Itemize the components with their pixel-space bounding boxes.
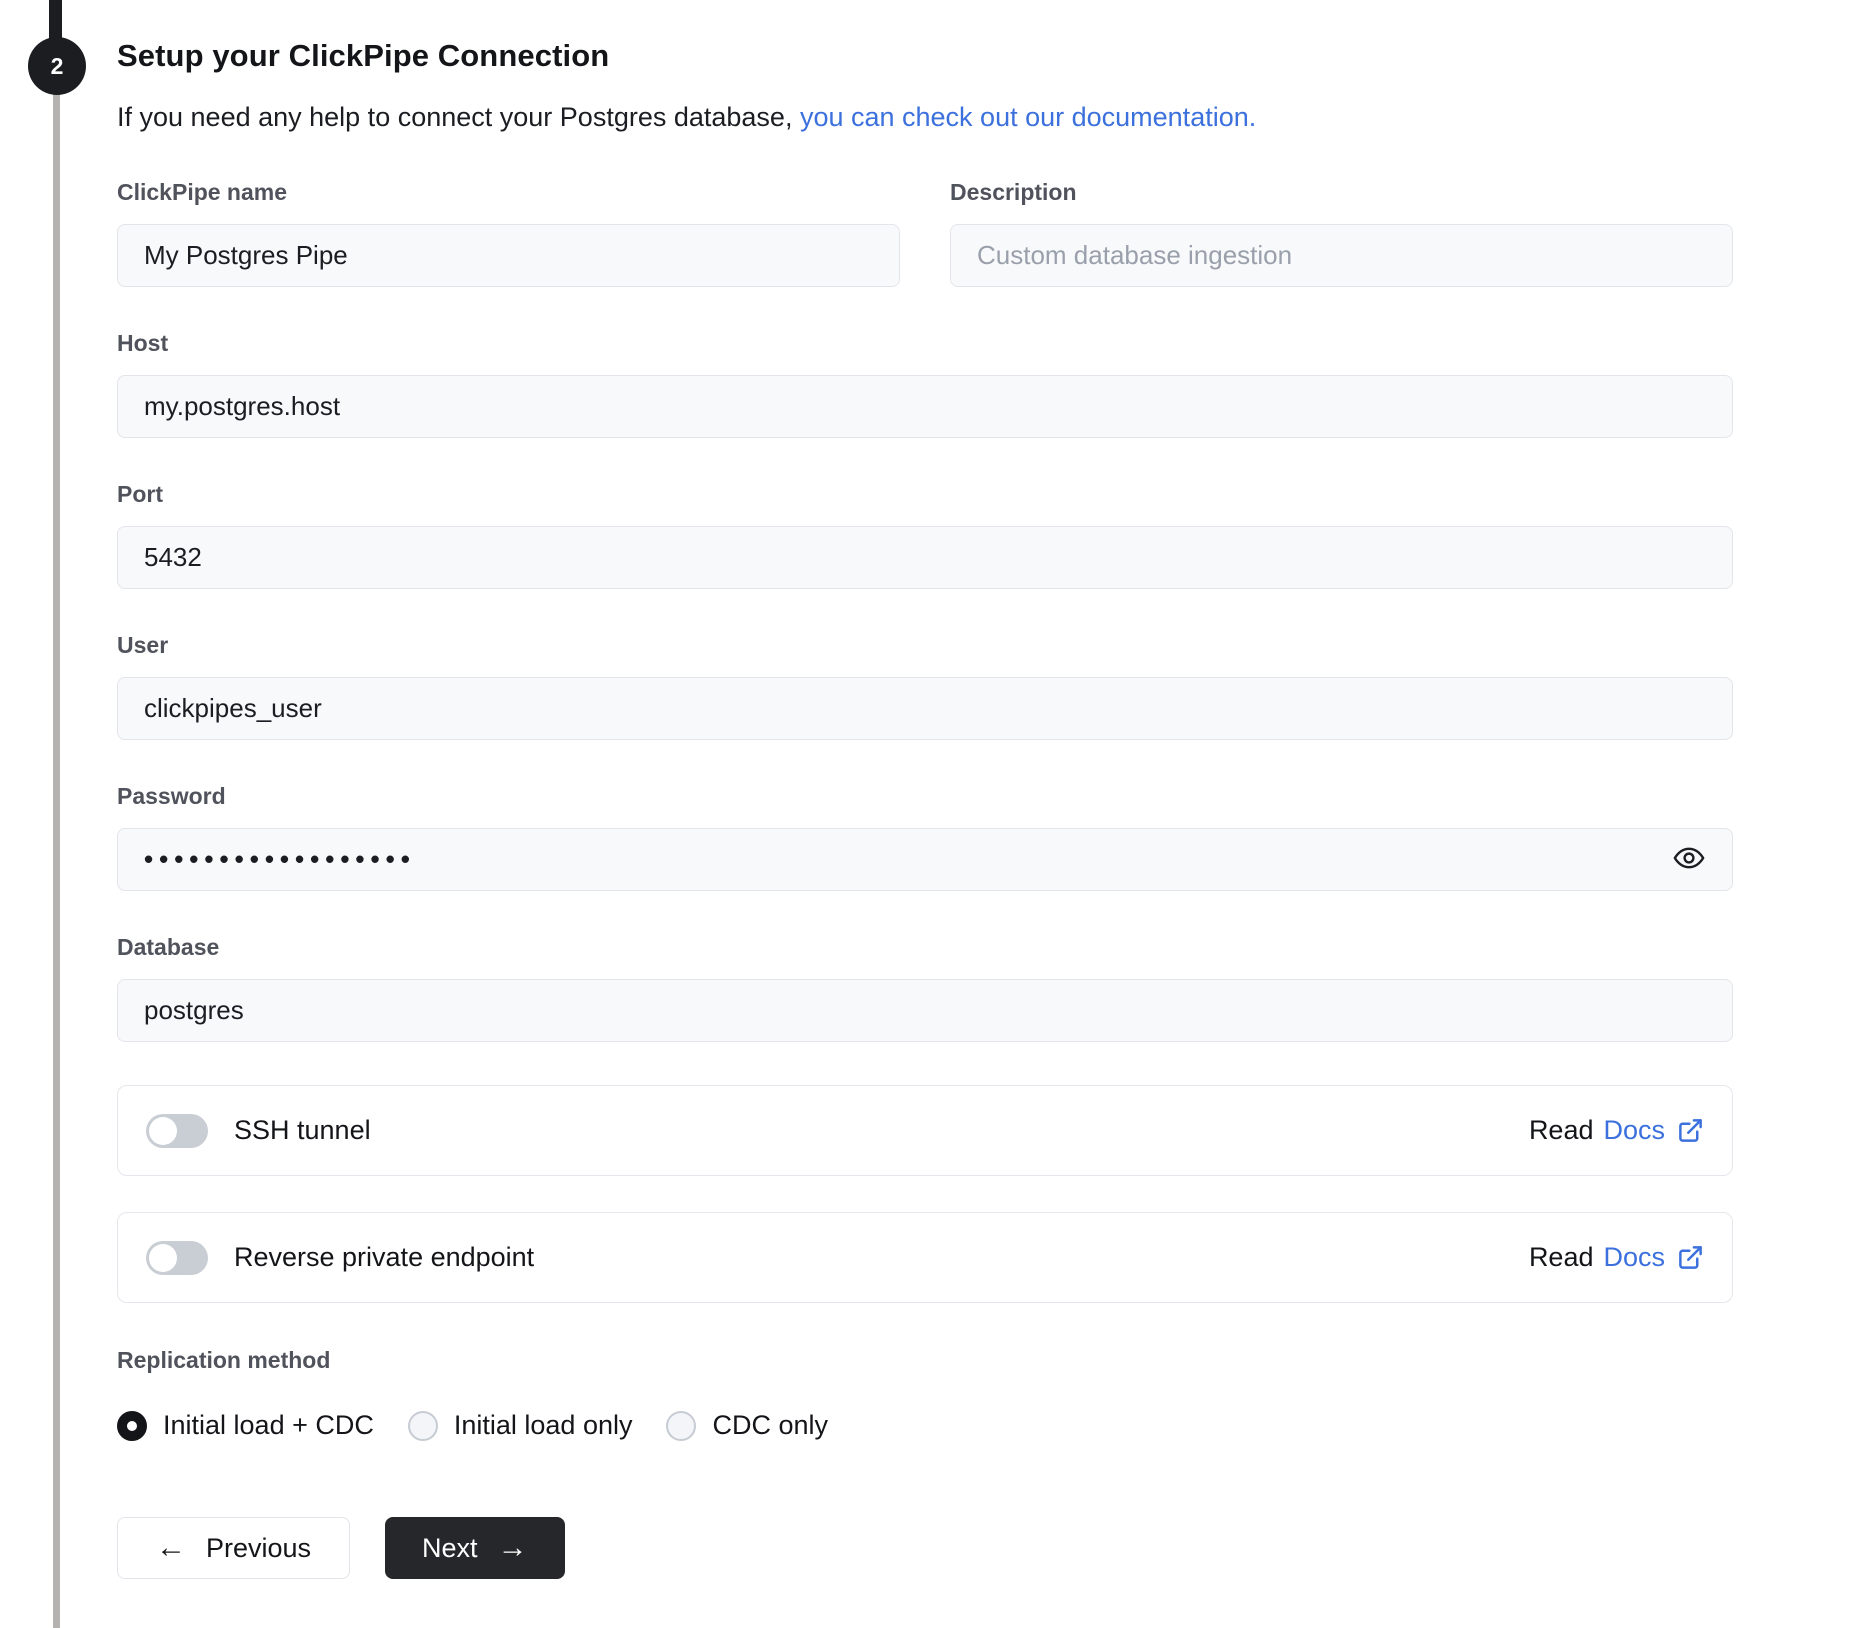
subtitle-text: If you need any help to connect your Pos… — [117, 102, 800, 132]
toggle-knob — [149, 1116, 177, 1145]
documentation-link[interactable]: you can check out our documentation. — [800, 102, 1256, 132]
ssh-tunnel-toggle[interactable] — [146, 1113, 208, 1148]
setup-connection-panel: Setup your ClickPipe Connection If you n… — [117, 38, 1733, 1579]
timeline-segment-top — [49, 0, 62, 40]
subtitle: If you need any help to connect your Pos… — [117, 102, 1733, 133]
read-text: Read — [1528, 1115, 1594, 1145]
step-indicator: 2 — [28, 37, 86, 95]
next-button-label: Next — [422, 1532, 478, 1563]
docs-link[interactable]: Docs — [1603, 1115, 1665, 1146]
previous-button[interactable]: ← Previous — [117, 1517, 351, 1579]
user-input[interactable] — [117, 677, 1733, 740]
ssh-tunnel-docs: Read Docs — [1529, 1115, 1704, 1146]
radio-initial-load-cdc[interactable]: Initial load + CDC — [117, 1410, 374, 1441]
user-label: User — [117, 632, 169, 658]
radio-label: Initial load only — [453, 1410, 633, 1440]
form-actions: ← Previous Next → — [117, 1517, 1733, 1579]
host-label: Host — [117, 330, 169, 356]
database-field: Database — [117, 934, 1733, 1042]
reverse-private-endpoint-label: Reverse private endpoint — [234, 1242, 535, 1272]
replication-method-options: Initial load + CDC Initial load only CDC… — [117, 1410, 1733, 1441]
read-text: Read — [1528, 1242, 1594, 1272]
toggle-knob — [149, 1243, 177, 1272]
password-visibility-toggle[interactable] — [1669, 840, 1709, 880]
timeline-segment — [53, 92, 60, 1628]
port-label: Port — [117, 481, 163, 507]
reverse-private-endpoint-docs: Read Docs — [1529, 1242, 1704, 1273]
password-input[interactable] — [117, 828, 1733, 891]
radio-icon — [666, 1410, 697, 1441]
step-number: 2 — [50, 52, 64, 79]
password-label: Password — [117, 783, 226, 809]
password-field: Password — [117, 783, 1733, 891]
replication-method-label: Replication method — [117, 1347, 331, 1373]
arrow-left-icon: ← — [156, 1531, 186, 1564]
docs-link[interactable]: Docs — [1603, 1242, 1665, 1273]
database-label: Database — [117, 934, 220, 960]
host-input[interactable] — [117, 375, 1733, 438]
page-title: Setup your ClickPipe Connection — [117, 38, 610, 73]
radio-icon — [407, 1410, 438, 1441]
eye-icon — [1672, 841, 1706, 878]
host-field: Host — [117, 330, 1733, 438]
reverse-private-endpoint-row: Reverse private endpoint Read Docs — [117, 1212, 1733, 1303]
clickpipe-name-label: ClickPipe name — [117, 179, 288, 205]
external-link-icon[interactable] — [1675, 1244, 1704, 1271]
clickpipe-name-input[interactable] — [117, 224, 900, 287]
radio-cdc-only[interactable]: CDC only — [666, 1410, 828, 1441]
name-description-row: ClickPipe name Description — [117, 179, 1733, 330]
previous-button-label: Previous — [206, 1532, 312, 1563]
radio-label: Initial load + CDC — [163, 1410, 374, 1440]
user-field: User — [117, 632, 1733, 740]
radio-icon — [117, 1410, 147, 1441]
radio-label: CDC only — [712, 1410, 829, 1440]
radio-initial-load-only[interactable]: Initial load only — [407, 1410, 633, 1441]
description-input[interactable] — [950, 224, 1733, 287]
port-input[interactable] — [117, 526, 1733, 589]
port-field: Port — [117, 481, 1733, 589]
description-field: Description — [950, 179, 1733, 287]
external-link-icon[interactable] — [1675, 1117, 1704, 1144]
arrow-right-icon: → — [497, 1531, 528, 1564]
ssh-tunnel-label: SSH tunnel — [234, 1115, 371, 1145]
ssh-tunnel-row: SSH tunnel Read Docs — [117, 1085, 1733, 1176]
database-input[interactable] — [117, 979, 1733, 1042]
clickpipe-name-field: ClickPipe name — [117, 179, 900, 287]
next-button[interactable]: Next → — [385, 1517, 565, 1579]
description-label: Description — [950, 179, 1077, 205]
reverse-private-endpoint-toggle[interactable] — [146, 1240, 208, 1275]
